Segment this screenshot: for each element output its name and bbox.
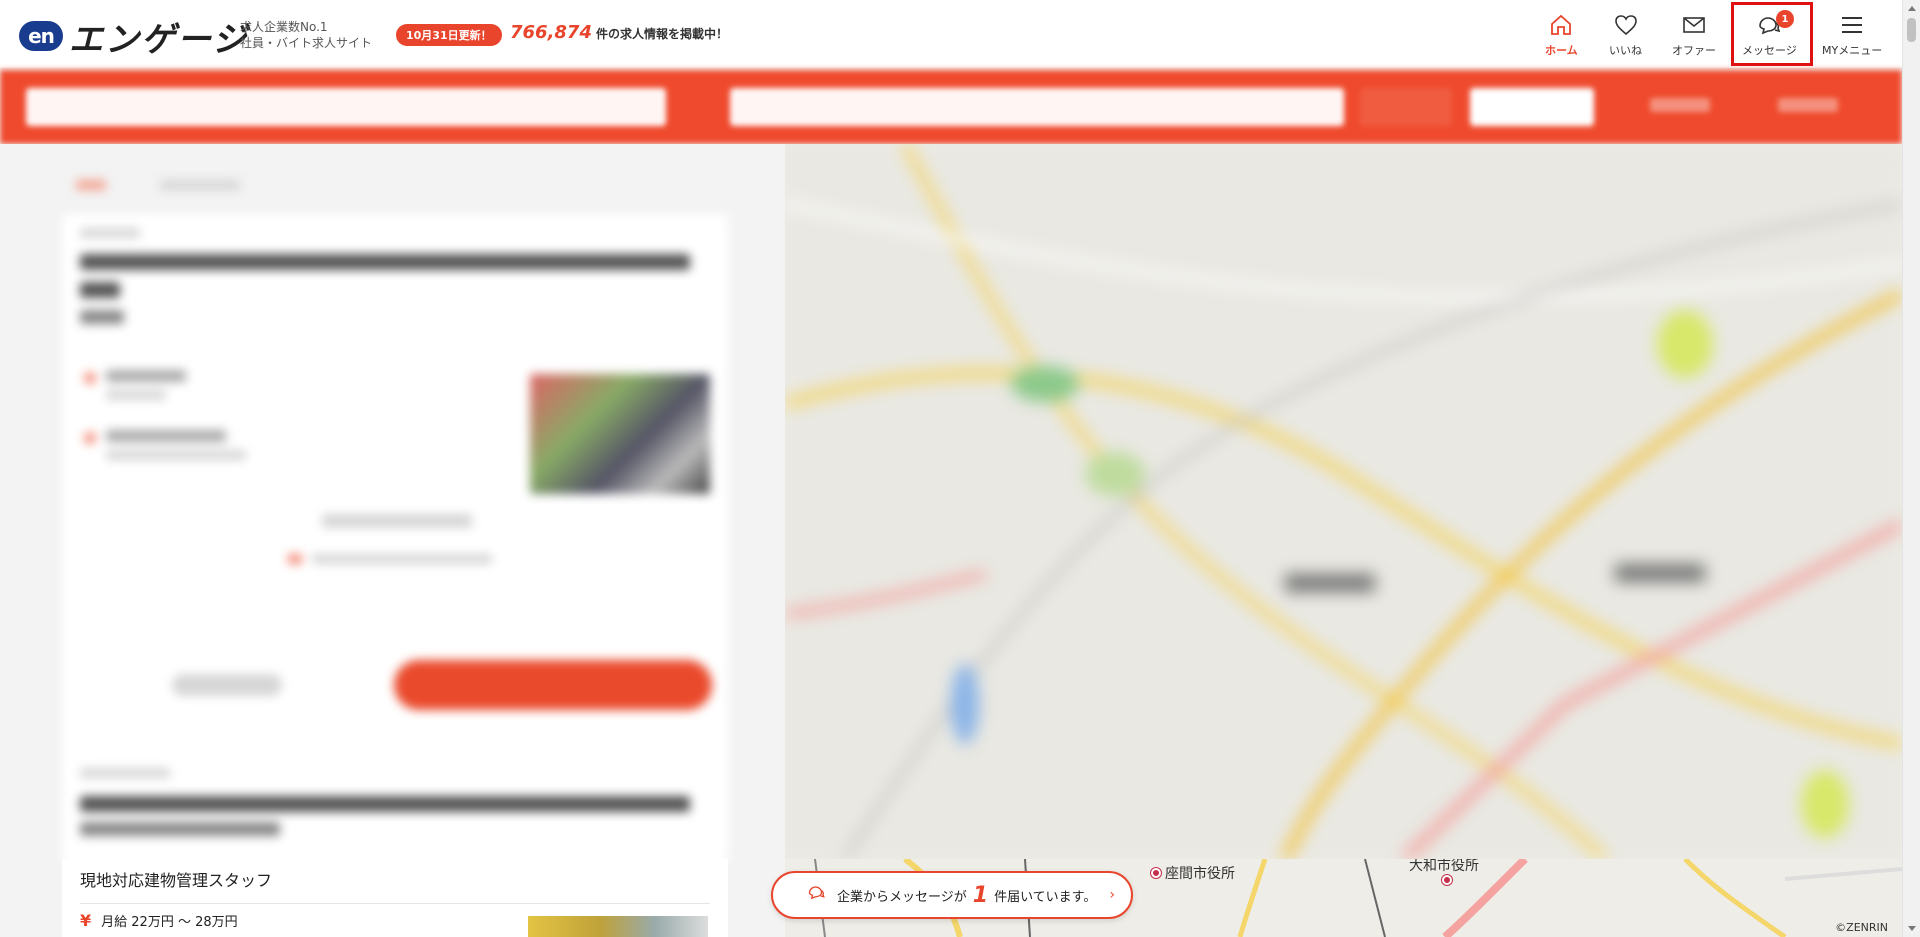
salary-row: ¥ 月給 22万円 ～ 28万円 — [80, 911, 238, 930]
poi-yamato-label: 大和市役所 — [1409, 859, 1479, 874]
keyword-search-input[interactable] — [26, 88, 666, 126]
salary-text — [106, 370, 186, 382]
job-count-number: 766,874 — [510, 22, 592, 43]
map-pin-icon — [1442, 875, 1452, 885]
message-notification-banner[interactable]: 企業からメッセージが 1 件届いています。 › — [771, 871, 1133, 919]
job-tag-2 — [80, 768, 170, 778]
scroll-up-icon[interactable] — [1908, 6, 1916, 11]
job-tag — [80, 228, 140, 238]
site-logo[interactable]: en エンゲージ — [19, 18, 248, 60]
nav-offer-label: オファー — [1672, 44, 1716, 57]
breadcrumb-home[interactable] — [76, 180, 106, 190]
nav-my-menu[interactable]: MYメニュー — [1822, 12, 1882, 58]
search-option-2[interactable] — [1778, 98, 1838, 112]
job-card-2-company — [80, 796, 690, 812]
location-text — [106, 430, 226, 442]
map-pin-icon — [1151, 868, 1161, 878]
message-highlight-box — [1731, 2, 1813, 66]
tagline-line1: 求人企業数No.1 — [240, 20, 328, 34]
detail-search-button[interactable] — [1470, 88, 1594, 126]
job-card-blurred[interactable] — [62, 214, 728, 824]
location-search-input[interactable] — [730, 88, 1344, 126]
nav-my-menu-label: MYメニュー — [1822, 44, 1883, 57]
location-sub — [106, 450, 246, 460]
job-title[interactable]: 現地対応建物管理スタッフ — [80, 867, 272, 891]
nav-offer[interactable]: オファー — [1672, 12, 1716, 58]
breadcrumb — [160, 180, 240, 190]
map-panel[interactable]: 座間市役所 大和市役所 2km ©ZENRIN — [785, 144, 1902, 937]
site-header: en エンゲージ 求人企業数No.1 社員・バイト求人サイト 10月31日更新！… — [0, 0, 1902, 69]
nav-home-label: ホーム — [1545, 44, 1578, 57]
location-icon — [84, 432, 96, 444]
map-copyright: ©ZENRIN — [1835, 921, 1888, 934]
banner-prefix: 企業からメッセージが — [837, 889, 967, 905]
scrollbar-thumb[interactable] — [1907, 18, 1916, 42]
map-blurred — [785, 144, 1902, 863]
salary-text: 月給 22万円 ～ 28万円 — [101, 915, 238, 930]
search-bar-blurred — [0, 70, 1902, 144]
logo-wordmark: エンゲージ — [69, 19, 249, 60]
job-card-2[interactable]: 現地対応建物管理スタッフ ¥ 月給 22万円 ～ 28万円 — [62, 859, 728, 937]
apply-note — [312, 554, 492, 564]
job-card-title — [80, 254, 690, 270]
hamburger-menu-icon — [1842, 17, 1863, 33]
heart-icon — [1614, 15, 1637, 36]
salary-sub — [106, 390, 166, 400]
page-scrollbar[interactable] — [1902, 0, 1920, 937]
scroll-down-icon[interactable] — [1908, 926, 1916, 931]
blurred-job-list — [0, 144, 785, 864]
job-photo — [530, 374, 710, 494]
poi-zama-city-hall[interactable]: 座間市役所 — [1151, 863, 1235, 883]
job-card-2-sub — [80, 822, 280, 836]
job-thumbnail — [528, 916, 708, 937]
logo-en-mark: en — [19, 21, 63, 51]
site-tagline: 求人企業数No.1 社員・バイト求人サイト — [240, 19, 372, 51]
salary-icon — [84, 372, 96, 384]
job-count-suffix: 件の求人情報を掲載中！ — [595, 27, 728, 41]
company-name — [80, 310, 124, 324]
job-card-2-header[interactable] — [62, 754, 728, 864]
search-button[interactable] — [1360, 88, 1452, 126]
job-list-column: 現地対応建物管理スタッフ ¥ 月給 22万円 ～ 28万円 — [0, 144, 785, 937]
card-divider — [80, 903, 710, 904]
nav-like-label: いいね — [1609, 44, 1642, 57]
apply-button[interactable] — [394, 660, 712, 710]
poi-zama-label: 座間市役所 — [1165, 866, 1235, 882]
banner-count: 1 — [972, 882, 989, 908]
job-count: 766,874 件の求人情報を掲載中！ — [510, 22, 728, 43]
job-detail-link[interactable] — [322, 514, 472, 528]
nav-like[interactable]: いいね — [1609, 12, 1642, 58]
chat-bubbles-icon — [807, 884, 827, 906]
nav-home[interactable]: ホーム — [1545, 12, 1578, 58]
apply-note-icon — [288, 554, 302, 564]
home-icon — [1551, 14, 1572, 35]
mail-icon — [1683, 17, 1705, 33]
tagline-line2: 社員・バイト求人サイト — [240, 36, 373, 50]
chevron-right-icon: › — [1109, 887, 1115, 903]
like-button[interactable] — [172, 674, 282, 696]
search-option-1[interactable] — [1650, 98, 1710, 112]
job-card-title-2 — [80, 282, 120, 298]
banner-suffix: 件届いています。 — [994, 889, 1097, 905]
yen-icon: ¥ — [80, 911, 92, 930]
poi-yamato-city-hall[interactable]: 大和市役所 — [1409, 859, 1479, 875]
map-roads — [785, 144, 1902, 863]
update-badge: 10月31日更新！ — [396, 24, 502, 46]
